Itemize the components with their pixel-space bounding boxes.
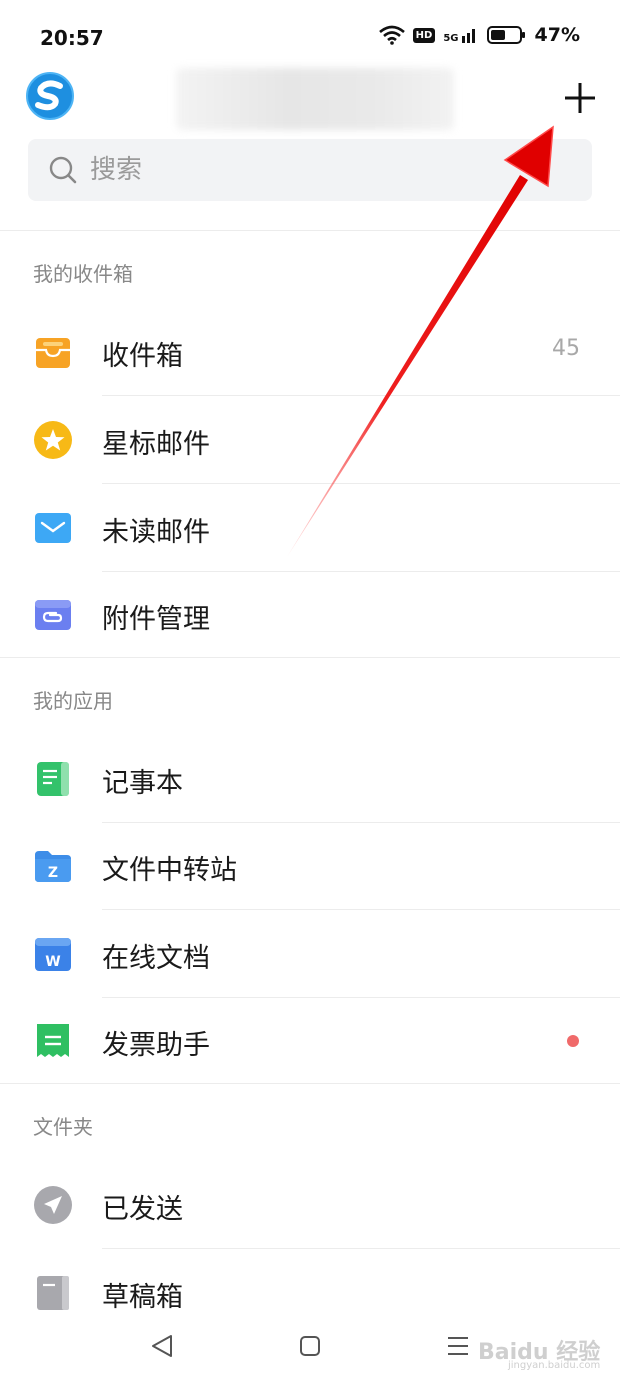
app-logo[interactable]: [26, 72, 74, 120]
menu-item-label: 收件箱: [102, 341, 183, 372]
menu-item-unread[interactable]: 未读邮件: [0, 484, 620, 572]
status-time: 20:57: [40, 26, 104, 50]
divider: [0, 1083, 620, 1084]
unread-count: 45: [552, 336, 580, 361]
notepad-icon: [37, 762, 69, 796]
menu-item-inbox[interactable]: 收件箱 45: [0, 308, 620, 396]
hd-badge: HD: [412, 27, 436, 43]
divider: [0, 230, 620, 231]
menu-item-attachments[interactable]: 附件管理: [0, 571, 620, 659]
menu-item-label: 草稿箱: [102, 1282, 183, 1313]
invoice-icon: [37, 1024, 69, 1057]
search-bar[interactable]: [28, 139, 592, 201]
menu-item-label: 附件管理: [102, 604, 210, 635]
menu-item-label: 记事本: [102, 768, 183, 799]
status-icons: HD 5G 47%: [378, 24, 580, 46]
status-bar: 20:57 HD 5G 47%: [0, 0, 620, 70]
menu-item-label: 文件中转站: [102, 855, 237, 886]
search-icon: [49, 156, 77, 184]
menu-item-invoice[interactable]: 发票助手: [0, 997, 620, 1085]
signal-icon: 5G: [443, 26, 478, 44]
home-icon[interactable]: [280, 1310, 340, 1370]
menu-item-sent[interactable]: 已发送: [0, 1161, 620, 1249]
divider: [0, 657, 620, 658]
search-input[interactable]: [88, 154, 532, 186]
section-title-mailbox: 我的收件箱: [33, 262, 133, 286]
inbox-icon: [36, 338, 70, 368]
drafts-icon: [37, 1276, 69, 1310]
watermark-url: jingyan.baidu.com: [508, 1360, 601, 1371]
menu-item-notepad[interactable]: 记事本: [0, 735, 620, 823]
section-title-folders: 文件夹: [33, 1115, 93, 1139]
file-transfer-icon: Z: [35, 851, 71, 882]
svg-text:Z: Z: [48, 865, 58, 881]
menu-item-online-docs[interactable]: W 在线文档: [0, 910, 620, 998]
sent-icon: [34, 1186, 72, 1224]
battery-percent: 47%: [534, 24, 580, 46]
menu-item-label: 已发送: [102, 1194, 183, 1225]
back-icon[interactable]: [131, 1310, 191, 1370]
wifi-icon: [378, 25, 405, 45]
svg-text:W: W: [45, 954, 60, 970]
plus-icon[interactable]: [560, 78, 600, 118]
menu-item-label: 星标邮件: [102, 429, 210, 460]
attachment-icon: [35, 600, 71, 630]
battery-icon: [486, 26, 525, 44]
menu-item-label: 在线文档: [102, 943, 210, 974]
star-icon: [34, 421, 72, 459]
notification-dot: [567, 1035, 579, 1047]
section-title-apps: 我的应用: [33, 689, 113, 713]
menu-item-label: 未读邮件: [102, 517, 210, 548]
account-name-blurred[interactable]: [176, 68, 454, 130]
menu-item-label: 发票助手: [102, 1030, 210, 1061]
online-doc-icon: W: [35, 938, 71, 971]
menu-item-file-transfer[interactable]: Z 文件中转站: [0, 822, 620, 910]
menu-item-starred[interactable]: 星标邮件: [0, 396, 620, 484]
unread-mail-icon: [35, 513, 71, 543]
